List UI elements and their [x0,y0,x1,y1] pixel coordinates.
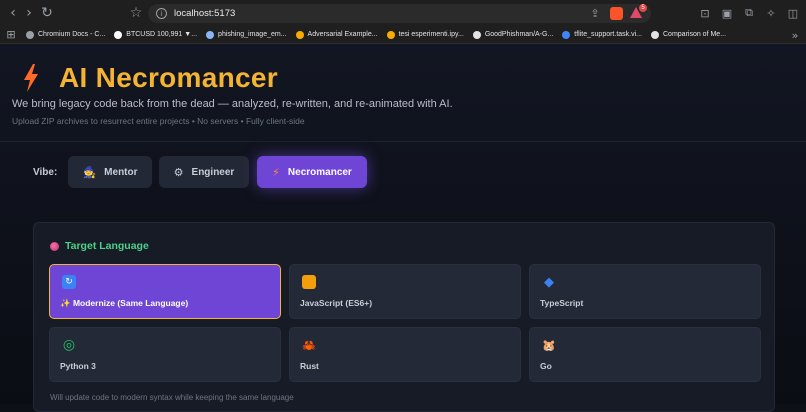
diamond-icon: ◆ [544,274,554,290]
bookmark-favicon-icon [295,30,304,39]
vibe-engineer-label: Engineer [191,166,235,178]
python-icon: ◎ [62,337,76,353]
bookmark-item[interactable]: Comparison of Me... [651,30,727,39]
bookmark-item[interactable]: phishing_image_em... [206,30,287,39]
extensions-icon[interactable]: ⧉ [742,6,756,20]
javascript-icon [302,275,316,289]
wallet-icon[interactable]: ◫ [786,6,800,20]
gopher-icon: 🐹 [542,338,556,352]
bookmark-item[interactable]: tesi esperimenti.ipy... [386,30,464,39]
browser-toolbar: ‹ › ↻ ☆ i localhost:5173 ⇪ 5 ⊡ ▣ ⧉ ✧ ◫ ≡ [0,0,806,26]
bookmark-favicon-icon [114,30,123,39]
bookmark-item[interactable]: BTCUSD 100,991 ▼... [114,30,198,39]
share-icon[interactable]: ⇪ [588,6,602,20]
lang-card-modernize[interactable]: ↻ ✨ Modernize (Same Language) [49,264,281,319]
target-language-note: Will update code to modern syntax while … [50,393,294,402]
lang-label: Go [540,361,552,371]
page-title: AI Necromancer [59,62,278,93]
lightning-icon: ⚡ [272,165,280,179]
address-bar[interactable]: i localhost:5173 [148,4,651,23]
lang-card-go[interactable]: 🐹 Go [529,327,761,382]
target-icon [50,241,59,251]
refresh-icon: ↻ [62,275,76,289]
bookmark-favicon-icon [26,30,34,39]
bookmark-label: tesi esperimenti.ipy... [398,31,464,38]
vibe-necromancer-label: Necromancer [287,166,352,178]
apps-grid-icon[interactable]: ⊞ [4,28,18,42]
vibe-mentor-button[interactable]: 🧙 Mentor [68,156,152,188]
lightning-bolt-icon [24,64,38,92]
app-header: AI Necromancer We bring legacy code back… [0,44,806,142]
lang-card-python[interactable]: ◎ Python 3 [49,327,281,382]
site-info-icon[interactable]: i [156,8,167,19]
lang-label: Rust [300,361,319,371]
lang-card-typescript[interactable]: ◆ TypeScript [529,264,761,319]
bookmark-item[interactable]: Adversarial Example... [295,30,378,39]
rewards-icon[interactable]: 5 [630,4,647,18]
brave-shield-icon[interactable] [610,7,623,20]
bookmark-favicon-icon [562,30,571,39]
bookmark-label: tflite_support.task.vi... [574,31,642,38]
lang-label: ✨ Modernize (Same Language) [60,298,189,308]
url-text: localhost:5173 [174,8,236,19]
target-language-heading: Target Language [50,240,149,252]
bookmark-item[interactable]: Chromium Docs - C... [26,30,106,39]
wizard-icon: 🧙 [82,165,97,179]
vibe-label: Vibe: [33,167,58,178]
vibe-mentor-label: Mentor [104,166,138,178]
ai-assistant-icon[interactable]: ✧ [764,6,778,20]
bookmark-label: GoodPhishman/A-G... [484,31,554,38]
bookmark-label: phishing_image_em... [218,31,287,38]
vibe-engineer-button[interactable]: ⚙ Engineer [159,156,249,188]
lang-label: JavaScript (ES6+) [300,298,373,308]
bookmark-label: BTCUSD 100,991 ▼... [126,31,198,38]
bookmark-favicon-icon [472,30,481,39]
bookmark-favicon-icon [651,30,659,39]
forward-icon[interactable]: › [20,4,38,22]
lang-card-rust[interactable]: 🦀 Rust [289,327,521,382]
more-bookmarks-icon[interactable]: » [788,28,802,42]
lang-card-javascript[interactable]: JavaScript (ES6+) [289,264,521,319]
page-hint: Upload ZIP archives to resurrect entire … [12,116,305,126]
vibe-necromancer-button[interactable]: ⚡ Necromancer [257,156,367,188]
rewards-badge: 5 [639,4,647,12]
sidebar-icon[interactable]: ▣ [720,6,734,20]
app-root: AI Necromancer We bring legacy code back… [0,44,806,412]
reload-icon[interactable]: ↻ [38,4,56,22]
bookmark-item[interactable]: GoodPhishman/A-G... [472,30,554,39]
bookmark-label: Adversarial Example... [307,31,378,38]
crab-icon: 🦀 [302,338,316,352]
bookmark-favicon-icon [386,30,395,39]
gear-icon: ⚙ [173,165,184,179]
lang-label: TypeScript [540,298,584,308]
page-subtitle: We bring legacy code back from the dead … [12,98,453,110]
bookmark-favicon-icon [206,30,215,39]
lang-label: Python 3 [60,361,96,371]
bookmark-label: Comparison of Me... [663,31,727,38]
bookmark-label: Chromium Docs - C... [38,31,106,38]
bookmarks-bar: ⊞ Chromium Docs - C... BTCUSD 100,991 ▼..… [0,26,806,44]
screenshot-icon[interactable]: ⊡ [698,6,712,20]
target-language-panel: Target Language ↻ ✨ Modernize (Same Lang… [33,222,775,412]
target-language-title: Target Language [65,240,149,252]
bookmark-item[interactable]: tflite_support.task.vi... [562,30,642,39]
bookmark-star-icon[interactable]: ☆ [127,4,145,22]
